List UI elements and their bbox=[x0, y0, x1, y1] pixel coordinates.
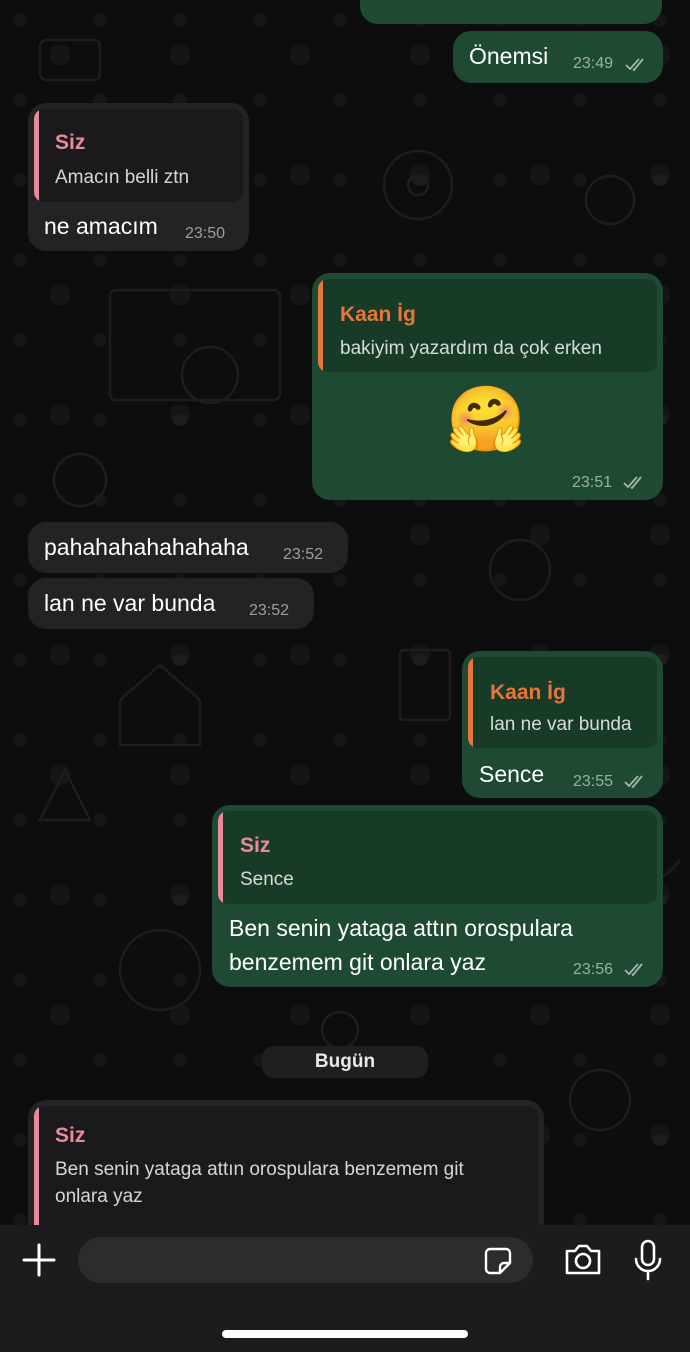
quote-accent-bar bbox=[468, 657, 473, 748]
read-ticks-icon bbox=[624, 963, 643, 977]
microphone-icon[interactable] bbox=[632, 1239, 664, 1281]
quote-text: lan ne var bunda bbox=[490, 714, 632, 735]
message-time: 23:55 bbox=[573, 773, 614, 790]
date-separator: Bugün bbox=[262, 1046, 428, 1078]
quoted-message[interactable]: Kaan İg lan ne var bunda bbox=[468, 657, 657, 748]
message-text: pahahahahahahaha bbox=[44, 534, 249, 560]
quote-accent-bar bbox=[34, 1106, 39, 1240]
message-time: 23:49 bbox=[573, 55, 614, 72]
message-text-line1: Ben senin yataga attın orospulara bbox=[229, 915, 573, 941]
read-ticks-icon bbox=[625, 58, 644, 72]
message-input[interactable] bbox=[78, 1237, 533, 1283]
message-bubble-outgoing[interactable]: Kaan İg bakiyim yazardım da çok erken 🤗 … bbox=[312, 273, 663, 500]
home-indicator bbox=[222, 1330, 468, 1338]
message-bubble-incoming[interactable]: lan ne var bunda 23:52 bbox=[28, 578, 314, 629]
emoji-hugging-face: 🤗 bbox=[446, 383, 526, 455]
message-bubble-outgoing[interactable]: Siz Sence Ben senin yataga attın orospul… bbox=[212, 805, 663, 987]
message-bubble-outgoing[interactable]: Kaan İg lan ne var bunda Sence 23:55 bbox=[462, 651, 663, 798]
quote-text-line1: Ben senin yataga attın orospulara benzem… bbox=[55, 1159, 464, 1180]
message-bubble-incoming[interactable]: Siz Ben senin yataga attın orospulara be… bbox=[28, 1100, 544, 1240]
quoted-message[interactable]: Siz Sence bbox=[218, 811, 657, 904]
quote-accent-bar bbox=[218, 811, 223, 904]
quote-text: bakiyim yazardım da çok erken bbox=[340, 338, 602, 359]
quote-text: Amacın belli ztn bbox=[55, 167, 190, 188]
message-text: ne amacım bbox=[44, 213, 158, 239]
message-time: 23:56 bbox=[573, 961, 614, 978]
message-time: 23:51 bbox=[572, 474, 613, 491]
quoted-message[interactable]: Kaan İg bakiyim yazardım da çok erken bbox=[318, 279, 657, 372]
plus-icon[interactable] bbox=[22, 1243, 56, 1277]
quote-text-line2: onlara yaz bbox=[55, 1186, 143, 1207]
message-bubble-outgoing[interactable]: Önemsi 23:49 bbox=[453, 31, 663, 83]
quote-author: Siz bbox=[55, 1124, 86, 1147]
quote-text: Sence bbox=[240, 869, 294, 890]
read-ticks-icon bbox=[623, 476, 642, 490]
sticker-icon[interactable] bbox=[482, 1245, 514, 1277]
message-time: 23:52 bbox=[283, 546, 324, 563]
quote-author: Kaan İg bbox=[490, 681, 566, 704]
quote-author: Siz bbox=[240, 834, 271, 857]
message-text: Önemsi bbox=[469, 43, 549, 69]
quote-author: Kaan İg bbox=[340, 303, 416, 326]
quote-accent-bar bbox=[34, 109, 39, 202]
camera-icon[interactable] bbox=[563, 1241, 603, 1277]
message-time: 23:50 bbox=[185, 225, 226, 242]
quote-accent-bar bbox=[318, 279, 323, 372]
quote-author: Siz bbox=[55, 131, 86, 154]
message-bubble-outgoing[interactable] bbox=[360, 0, 662, 24]
message-text-line2: benzemem git onlara yaz bbox=[229, 949, 486, 975]
quoted-message[interactable]: Siz Ben senin yataga attın orospulara be… bbox=[34, 1106, 538, 1240]
message-text: Sence bbox=[479, 761, 545, 787]
message-composer bbox=[0, 1225, 690, 1352]
read-ticks-icon bbox=[624, 775, 643, 789]
message-text: lan ne var bunda bbox=[44, 590, 216, 616]
message-time: 23:52 bbox=[249, 602, 290, 619]
message-bubble-incoming[interactable]: Siz Amacın belli ztn ne amacım 23:50 bbox=[28, 103, 249, 251]
message-bubble-incoming[interactable]: pahahahahahahaha 23:52 bbox=[28, 522, 348, 573]
quoted-message[interactable]: Siz Amacın belli ztn bbox=[34, 109, 243, 202]
